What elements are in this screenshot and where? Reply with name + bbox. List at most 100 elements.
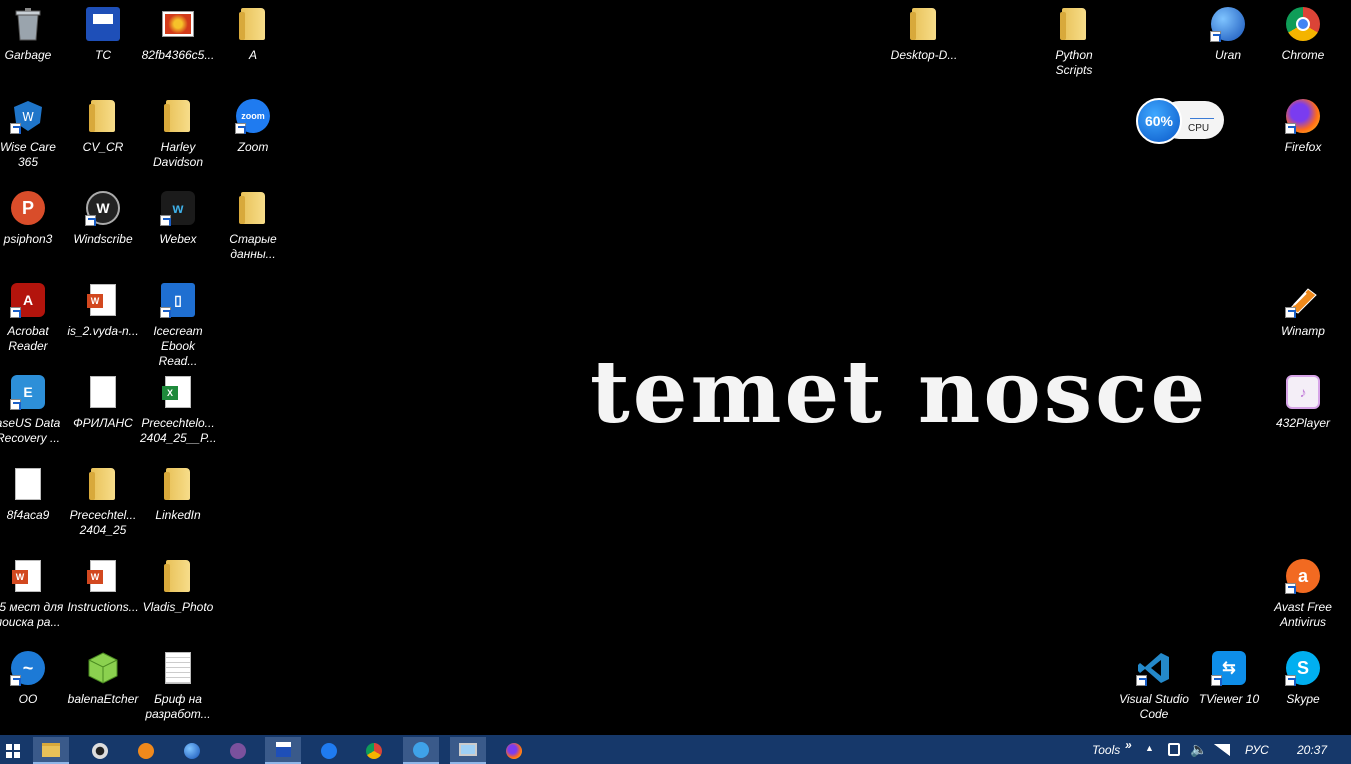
desktop-icon-15-mest[interactable]: W 15 мест для поиска ра... [0,555,66,630]
firefox-icon [1285,98,1321,134]
language-indicator[interactable]: РУС [1245,743,1269,757]
desktop: temet nosce CPU 60% Garbage W Wise Care … [0,0,1351,735]
taskbar-remote-desktop[interactable] [450,737,486,764]
desktop-icon-linkedin[interactable]: LinkedIn [140,463,216,523]
desktop-icon-winamp[interactable]: Winamp [1265,279,1341,339]
desktop-icon-precechtel-sheet[interactable]: X Precechtelo... 2404_25__P... [140,371,217,446]
desktop-icon-432player[interactable]: ♪ 432Player [1265,371,1341,431]
desktop-icon-precechtel-folder[interactable]: Precechtel... 2404_25 [65,463,141,538]
windows-logo-icon [6,743,20,758]
taskbar-file-explorer[interactable] [33,737,69,764]
desktop-icon-acrobat-reader[interactable]: A Acrobat Reader [0,279,66,354]
app-orange-icon [138,742,154,759]
cpu-gauge: 60% [1136,98,1182,144]
chrome-icon [366,742,382,759]
desktop-icon-firefox[interactable]: Firefox [1265,95,1341,155]
network-signal-icon[interactable] [1214,744,1230,756]
wise-care-icon: W [10,98,46,134]
desktop-icon-webex[interactable]: w Webex [140,187,216,247]
432player-icon: ♪ [1285,374,1321,410]
speaker-icon[interactable]: 🔈 [1190,741,1207,758]
desktop-icon-zoom[interactable]: zoom Zoom [215,95,291,155]
document-file-icon [160,650,196,686]
folder-icon [235,6,271,42]
total-commander-icon [85,6,121,42]
cpu-label: CPU [1188,123,1210,134]
desktop-icon-skype[interactable]: S Skype [1265,647,1341,707]
desktop-icon-wise-care[interactable]: W Wise Care 365 [0,95,66,170]
balena-etcher-icon [85,650,121,686]
desktop-icon-desktop-d[interactable]: Desktop-D... [886,3,962,63]
webex-icon: w [160,190,196,226]
desktop-icon-python-scripts[interactable]: Python Scripts [1036,3,1112,78]
desktop-icon-is2-vyda[interactable]: W is_2.vyda-n... [65,279,141,339]
desktop-icon-psiphon3[interactable]: P psiphon3 [0,187,66,247]
desktop-icon-82fb4366[interactable]: 82fb4366c5... [140,3,216,63]
desktop-icon-cv-cr[interactable]: CV_CR [65,95,141,155]
cpu-graph-line [1190,115,1214,119]
desktop-icon-avast[interactable]: a Avast Free Antivirus [1265,555,1341,630]
desktop-icon-starye-dannye[interactable]: Старые данны... [215,187,291,262]
text-file-icon [85,374,121,410]
taskbar-uran-browser[interactable] [174,737,210,764]
folder-icon [85,98,121,134]
desktop-icon-icecream-ebook[interactable]: ▯ Icecream Ebook Read... [140,279,216,369]
desktop-icon-brif[interactable]: Бриф на разработ... [140,647,216,722]
wps-document-icon: W [10,558,46,594]
folder-icon [235,190,271,226]
taskbar-chrome[interactable] [356,737,392,764]
desktop-icon-frilans[interactable]: ФРИЛАНС [65,371,141,431]
desktop-icon-easeus[interactable]: E aseUS Data Recovery ... [0,371,66,446]
recycle-bin-icon [10,6,46,42]
desktop-icon-tc[interactable]: TC [65,3,141,63]
desktop-icon-balena-etcher[interactable]: balenaEtcher [65,647,141,707]
folder-icon [160,558,196,594]
desktop-icon-a[interactable]: A [215,3,291,63]
desktop-icon-harley-davidson[interactable]: Harley Davidson [140,95,216,170]
taskbar-app-blue[interactable] [403,737,439,764]
desktop-icon-uran[interactable]: Uran [1190,3,1266,63]
spreadsheet-file-icon: X [160,374,196,410]
folder-icon [1056,6,1092,42]
zoom-icon [321,742,337,759]
chrome-icon [1285,6,1321,42]
folder-icon [42,742,60,757]
desktop-icon-tviewer[interactable]: ⇆ TViewer 10 [1191,647,1267,707]
uran-browser-icon [184,742,200,759]
app-blue-icon [413,741,429,758]
desktop-icon-oo[interactable]: ~ OO [0,647,66,707]
cpu-widget[interactable]: CPU 60% [1136,98,1226,144]
battery-icon[interactable] [1168,743,1180,756]
folder-icon [160,98,196,134]
desktop-icon-vladis-photo[interactable]: Vladis_Photo [140,555,216,615]
vscode-icon [1136,650,1172,686]
wps-document-icon: W [85,558,121,594]
desktop-icon-chrome[interactable]: Chrome [1265,3,1341,63]
taskbar-zoom[interactable] [311,737,347,764]
desktop-icon-instructions[interactable]: W Instructions... [65,555,141,615]
taskbar-app-orange[interactable] [128,737,164,764]
tools-toolbar-label[interactable]: Tools [1092,743,1120,757]
windscribe-icon: W [85,190,121,226]
svg-text:W: W [22,110,34,124]
zoom-icon: zoom [235,98,271,134]
easeus-icon: E [10,374,46,410]
desktop-icon-vscode[interactable]: Visual Studio Code [1116,647,1192,722]
toolbar-overflow-button[interactable]: » [1125,738,1132,752]
taskbar-firefox[interactable] [496,737,532,764]
start-button[interactable] [0,737,26,764]
wps-document-icon: W [85,282,121,318]
text-file-icon [10,466,46,502]
teamviewer-icon: ⇆ [1211,650,1247,686]
webcam-icon [92,742,108,759]
taskbar-total-commander[interactable] [265,737,301,764]
desktop-icon-8f4aca9[interactable]: 8f4aca9 [0,463,66,523]
taskbar-viber[interactable] [220,737,256,764]
desktop-icon-windscribe[interactable]: W Windscribe [65,187,141,247]
chevron-up-icon[interactable]: ▲ [1145,743,1154,753]
taskbar: Tools » ▲ 🔈 РУС 20:37 [0,735,1351,764]
desktop-icon-garbage[interactable]: Garbage [0,3,66,63]
psiphon-icon: P [10,190,46,226]
clock[interactable]: 20:37 [1297,743,1327,757]
taskbar-webcam[interactable] [82,737,118,764]
